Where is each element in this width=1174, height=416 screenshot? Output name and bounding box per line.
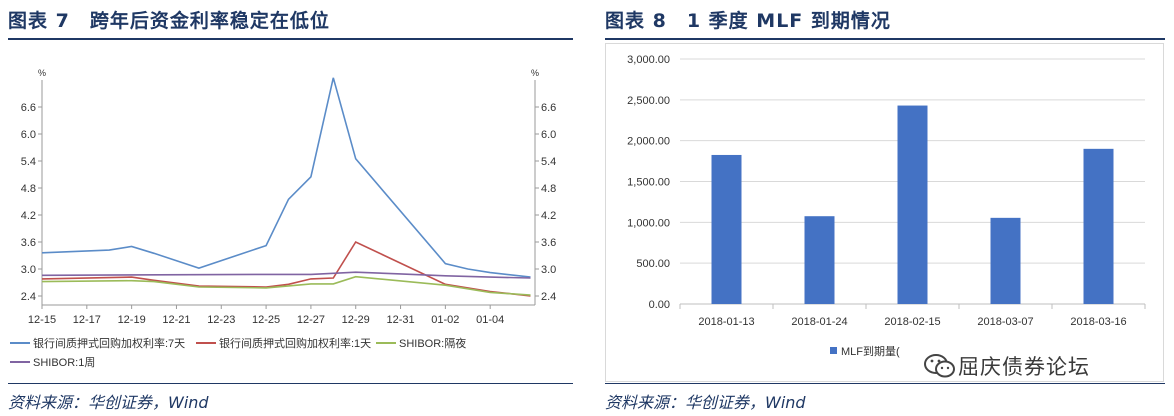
bar-2018-02-15 (897, 105, 928, 304)
right-source-note: 资料来源：华创证券，Wind (605, 393, 806, 412)
x-tick-label: 01-02 (431, 314, 459, 326)
x-tick-label: 2018-02-15 (884, 316, 940, 328)
y-tick-label-right: 5.4 (541, 156, 556, 168)
x-tick-label: 12-23 (207, 314, 235, 326)
x-tick-label: 01-04 (476, 314, 504, 326)
y-tick-label-left: 4.8 (21, 183, 36, 195)
y-tick-label-left: 2.4 (21, 291, 36, 303)
y-tick-label-right: 6.6 (541, 102, 556, 114)
x-tick-label: 2018-03-07 (977, 316, 1033, 328)
bar-2018-03-16 (1083, 148, 1114, 304)
y-tick-label: 2,000.00 (627, 136, 670, 148)
watermark: 屈庆债券论坛 (922, 346, 1152, 386)
y-tick-label-left: 6.6 (21, 102, 36, 114)
y-tick-label-left: 3.0 (21, 264, 36, 276)
x-tick-label: 12-29 (342, 314, 370, 326)
x-tick-label: 12-15 (28, 314, 56, 326)
bar-2018-01-13 (711, 154, 742, 304)
y-tick-label: 2,500.00 (627, 95, 670, 107)
y-tick-label-right: 6.0 (541, 129, 556, 141)
x-tick-label: 2018-03-16 (1070, 316, 1126, 328)
y-unit-left: % (38, 68, 46, 78)
y-tick-label-left: 6.0 (21, 129, 36, 141)
y-tick-label-right: 2.4 (541, 291, 556, 303)
line-chart: % % 2.4 2.4 3.0 3.0 3.6 3.6 4.2 4.2 4.8 4.8 5.4 5.4 6.… (10, 68, 556, 369)
legend-label-1: 银行间质押式回购加权利率:7天 (33, 336, 185, 350)
right-chart-title: 图表 8 1 季度 MLF 到期情况 (605, 10, 891, 32)
legend-label-2: 银行间质押式回购加权利率:1天 (219, 336, 371, 350)
y-tick-label-right: 4.2 (541, 210, 556, 222)
x-tick-label: 12-17 (73, 314, 101, 326)
legend-swatch (830, 347, 837, 354)
y-tick-label-right: 4.8 (541, 183, 556, 195)
x-tick-label: 2018-01-13 (698, 316, 754, 328)
legend-label-3: SHIBOR:隔夜 (399, 336, 466, 350)
x-tick-label: 12-21 (162, 314, 190, 326)
y-tick-label: 500.00 (636, 258, 670, 270)
y-tick-label-left: 5.4 (21, 156, 36, 168)
left-source-rule (8, 383, 573, 384)
x-tick-label: 2018-01-24 (791, 316, 847, 328)
y-tick-label: 0.00 (649, 299, 670, 311)
x-tick-label: 12-31 (386, 314, 414, 326)
left-chart-title: 图表 7 跨年后资金利率稳定在低位 (8, 10, 330, 32)
series-line-1 (41, 77, 531, 278)
wechat-icon (924, 354, 955, 378)
y-unit-right: % (531, 68, 539, 78)
bar-chart: 0.00 500.00 1,000.00 1,500.00 2,000.00 2,500.… (605, 43, 1164, 382)
y-tick-label-left: 4.2 (21, 210, 36, 222)
bar-2018-01-24 (804, 216, 835, 304)
bar-chart-frame (605, 43, 1164, 382)
bar-2018-03-07 (990, 217, 1021, 304)
y-tick-label-right: 3.0 (541, 264, 556, 276)
x-tick-label: 12-19 (118, 314, 146, 326)
legend-label-4: SHIBOR:1周 (33, 356, 95, 369)
watermark-text: 屈庆债券论坛 (958, 355, 1090, 379)
x-tick-label: 12-27 (297, 314, 325, 326)
x-tick-label: 12-25 (252, 314, 280, 326)
y-tick-label: 1,000.00 (627, 217, 670, 229)
right-source-rule (605, 383, 1165, 384)
legend-label: MLF到期量( (841, 345, 900, 358)
y-tick-label: 1,500.00 (627, 177, 670, 189)
y-tick-label-left: 3.6 (21, 237, 36, 249)
y-tick-label-right: 3.6 (541, 237, 556, 249)
left-source-note: 资料来源：华创证券，Wind (8, 393, 209, 412)
y-tick-label: 3,000.00 (627, 54, 670, 66)
